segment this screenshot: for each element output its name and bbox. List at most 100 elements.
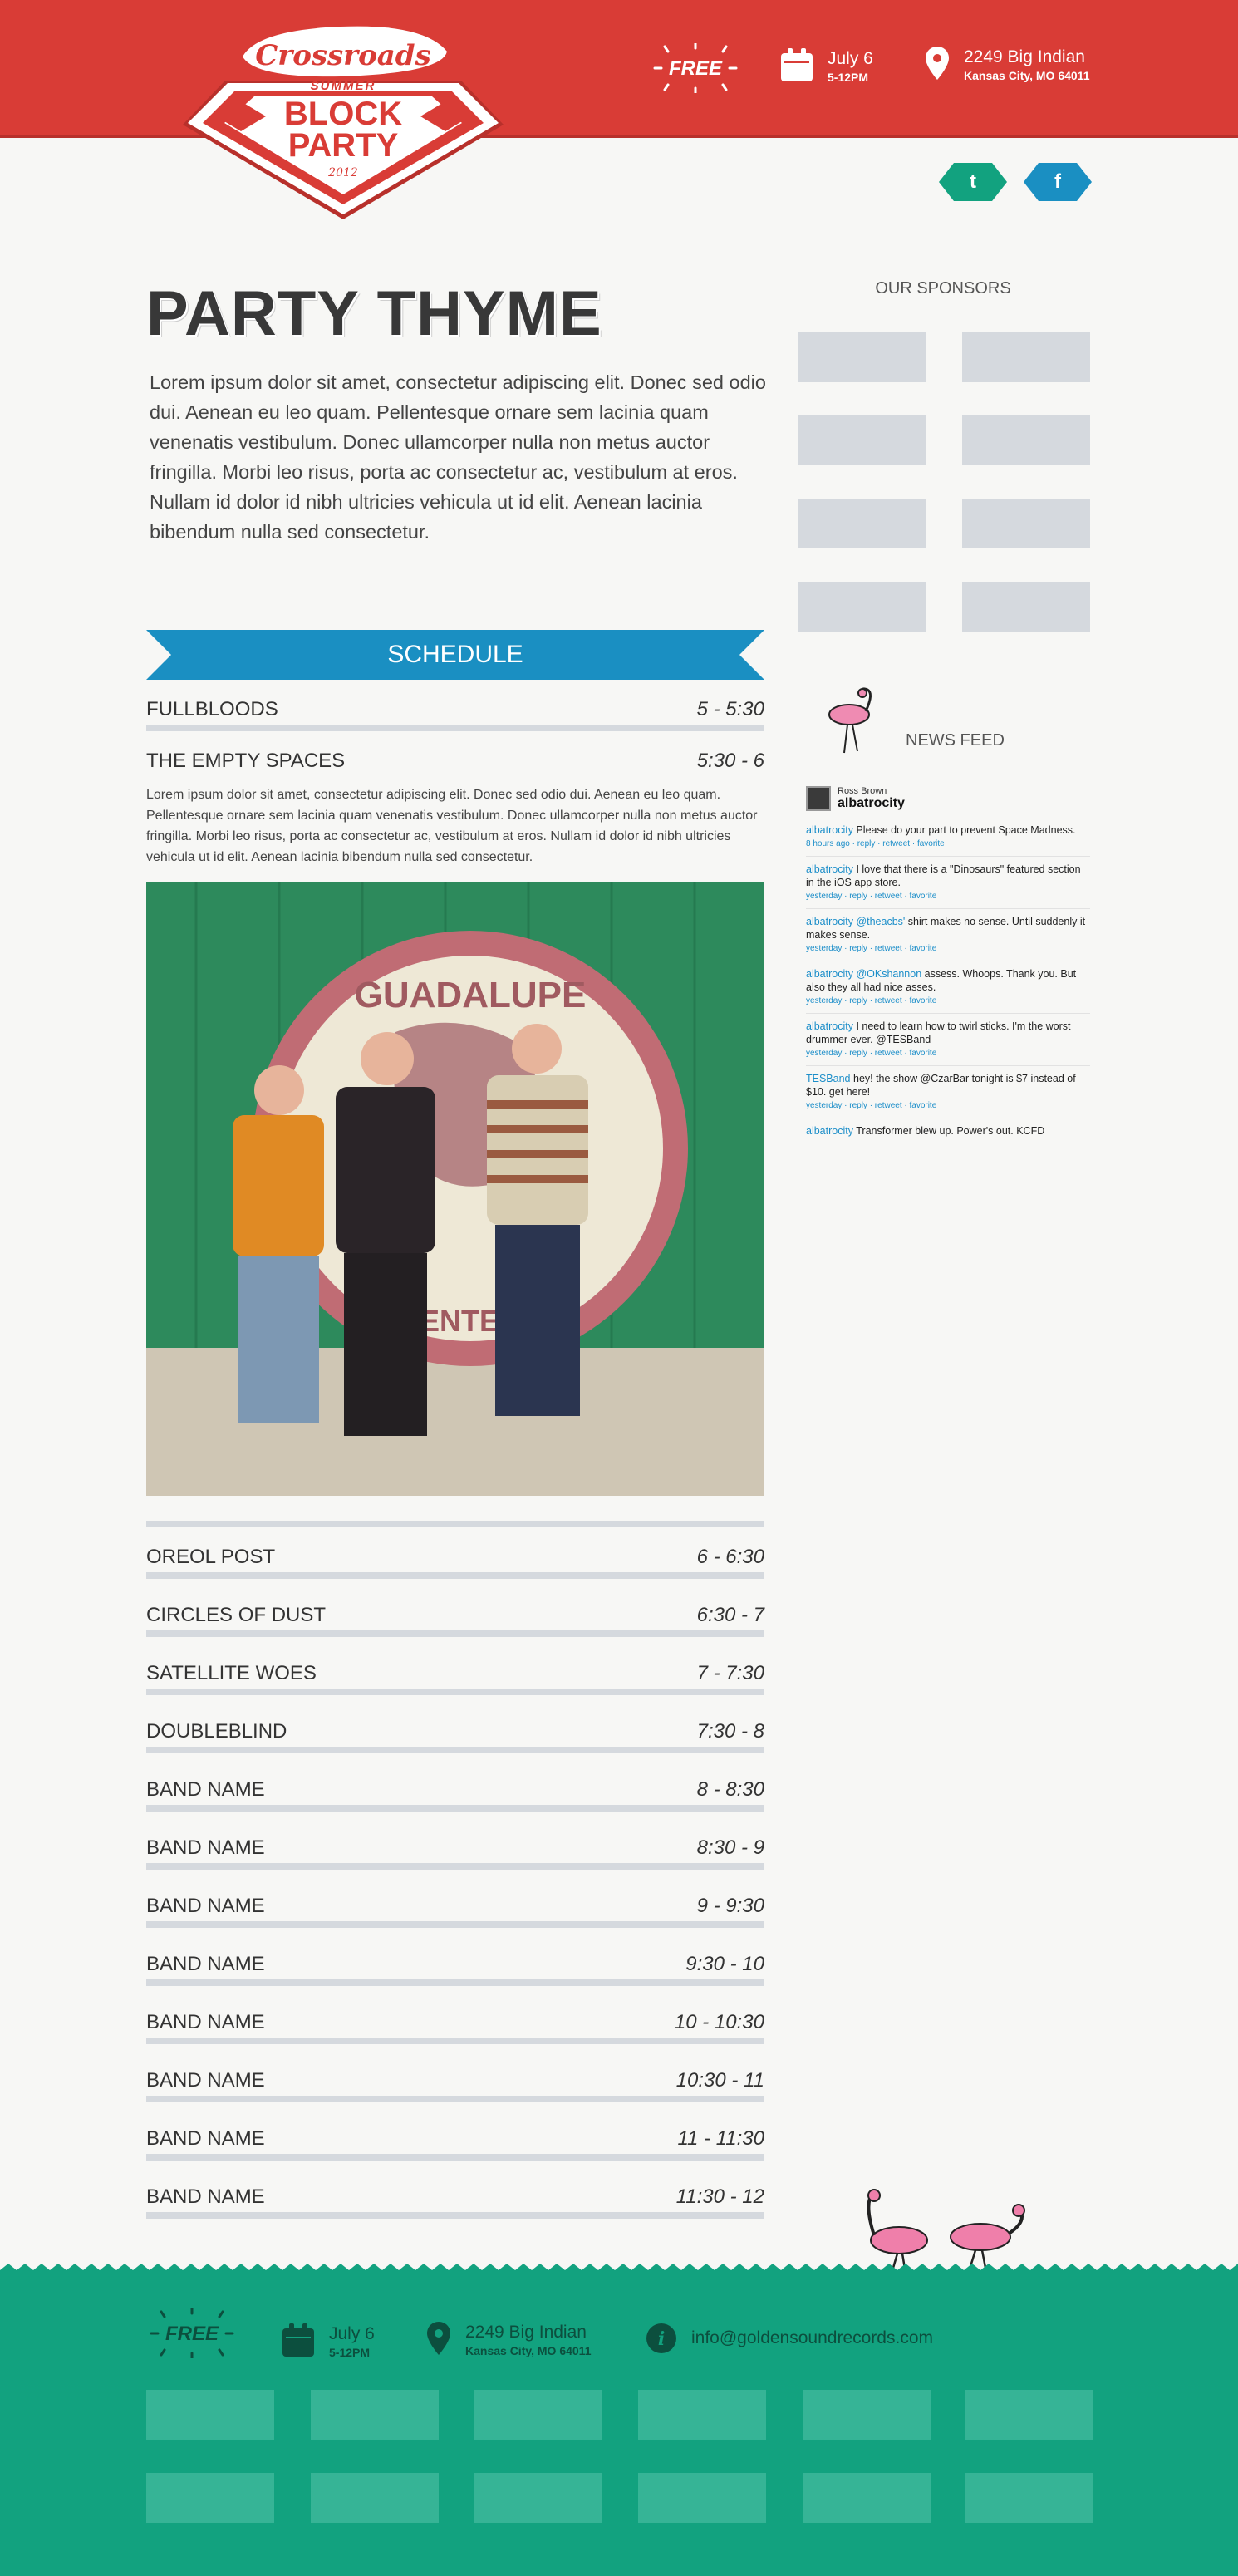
logo-party: PARTY bbox=[288, 127, 399, 164]
calendar-icon bbox=[282, 2323, 314, 2357]
band-photo: GUADALUPE ENTER bbox=[146, 882, 764, 1496]
address-sub: Kansas City, MO 64011 bbox=[964, 69, 1090, 82]
logo-script: Crossroads bbox=[255, 39, 430, 72]
schedule-row[interactable]: FULLBLOODS 5 - 5:30 bbox=[146, 680, 764, 731]
band-name: BAND NAME bbox=[146, 2011, 265, 2033]
flamingo-icon bbox=[828, 687, 872, 754]
tweet: albatrocity I need to learn how to twirl… bbox=[806, 1014, 1090, 1066]
schedule-title: SCHEDULE bbox=[387, 641, 523, 668]
band-time: 6 - 6:30 bbox=[696, 1546, 764, 1568]
sponsor-logo[interactable] bbox=[798, 332, 926, 382]
band-description: Lorem ipsum dolor sit amet, consectetur … bbox=[146, 788, 758, 864]
sponsor-logo[interactable] bbox=[962, 499, 1090, 548]
footer-link-box[interactable] bbox=[146, 2473, 274, 2523]
tweet-user-link[interactable]: TESBand bbox=[806, 1073, 851, 1084]
band-time: 10 - 10:30 bbox=[674, 2011, 764, 2033]
tweet-actions[interactable]: yesterday · reply · retweet · favorite bbox=[806, 1047, 1090, 1060]
band-name: BAND NAME bbox=[146, 2069, 265, 2092]
schedule-row[interactable]: BAND NAME 8 - 8:30 bbox=[146, 1760, 764, 1812]
tweet-actions[interactable]: 8 hours ago · reply · retweet · favorite bbox=[806, 838, 1090, 851]
schedule-row[interactable]: BAND NAME 9:30 - 10 bbox=[146, 1934, 764, 1986]
footer-link-box[interactable] bbox=[803, 2473, 931, 2523]
schedule-row[interactable]: SATELLITE WOES 7 - 7:30 bbox=[146, 1644, 764, 1695]
schedule-row[interactable]: DOUBLEBLIND 7:30 - 8 bbox=[146, 1702, 764, 1753]
footer-date-time: 5-12PM bbox=[329, 2346, 371, 2359]
schedule-row[interactable]: BAND NAME 9 - 9:30 bbox=[146, 1876, 764, 1928]
band-name: SATELLITE WOES bbox=[146, 1662, 317, 1684]
band-time: 6:30 - 7 bbox=[696, 1604, 764, 1626]
footer-link-box[interactable] bbox=[965, 2473, 1093, 2523]
schedule-row-expanded[interactable]: THE EMPTY SPACES 5:30 - 6 bbox=[146, 733, 764, 774]
tweet-user-link[interactable]: albatrocity bbox=[806, 863, 853, 875]
tweet-user-link[interactable]: albatrocity @OKshannon bbox=[806, 968, 921, 980]
sponsor-logo[interactable] bbox=[962, 332, 1090, 382]
footer-date-main: July 6 bbox=[329, 2324, 375, 2343]
tweet-actions[interactable]: yesterday · reply · retweet · favorite bbox=[806, 1099, 1090, 1113]
footer-link-box[interactable] bbox=[474, 2390, 602, 2440]
schedule-row[interactable]: BAND NAME 11 - 11:30 bbox=[146, 2109, 764, 2161]
date-main: July 6 bbox=[828, 49, 873, 68]
schedule-row[interactable]: BAND NAME 10 - 10:30 bbox=[146, 1993, 764, 2044]
info-icon: i bbox=[646, 2323, 676, 2353]
schedule-row[interactable]: OREOL POST 6 - 6:30 bbox=[146, 1527, 764, 1579]
band-time: 8:30 - 9 bbox=[696, 1836, 764, 1859]
tweet-user-link[interactable]: albatrocity bbox=[806, 1020, 853, 1032]
tweet-actions[interactable]: yesterday · reply · retweet · favorite bbox=[806, 890, 1090, 903]
free-badge: FREE bbox=[653, 43, 738, 93]
sponsor-logo[interactable] bbox=[962, 582, 1090, 632]
footer-link-box[interactable] bbox=[638, 2390, 766, 2440]
band-time: 10:30 - 11 bbox=[675, 2069, 764, 2092]
band-name: BAND NAME bbox=[146, 1953, 265, 1975]
footer-free-badge: FREE bbox=[150, 2308, 234, 2358]
footer-link-box[interactable] bbox=[311, 2473, 439, 2523]
band-time: 11:30 - 12 bbox=[675, 2185, 764, 2208]
tweet: albatrocity Transformer blew up. Power's… bbox=[806, 1118, 1090, 1143]
footer-link-box[interactable] bbox=[965, 2390, 1093, 2440]
tweet-user-link[interactable]: albatrocity @theacbs' bbox=[806, 916, 905, 927]
band-name: BAND NAME bbox=[146, 1836, 265, 1859]
footer-link-box[interactable] bbox=[474, 2473, 602, 2523]
map-pin-icon bbox=[427, 2322, 450, 2355]
event-date: July 6 5-12PM bbox=[781, 48, 873, 85]
free-label: FREE bbox=[669, 57, 723, 80]
schedule-row[interactable]: BAND NAME 10:30 - 11 bbox=[146, 2051, 764, 2102]
tweet-actions[interactable]: yesterday · reply · retweet · favorite bbox=[806, 995, 1090, 1008]
footer-address-main: 2249 Big Indian bbox=[465, 2323, 587, 2342]
sponsor-logo[interactable] bbox=[798, 582, 926, 632]
schedule-row[interactable]: BAND NAME 11:30 - 12 bbox=[146, 2167, 764, 2219]
tweet-actions[interactable]: yesterday · reply · retweet · favorite bbox=[806, 942, 1090, 956]
date-time: 5-12PM bbox=[828, 71, 869, 84]
tweet-user-link[interactable]: albatrocity bbox=[806, 1125, 853, 1137]
footer-event-date: July 6 5-12PM bbox=[282, 2323, 375, 2360]
sponsor-logo[interactable] bbox=[798, 499, 926, 548]
sponsors-title: OUR SPONSORS bbox=[875, 279, 1011, 297]
tweet-list: albatrocity Please do your part to preve… bbox=[806, 818, 1090, 1143]
band-name: DOUBLEBLIND bbox=[146, 1720, 287, 1743]
footer-address-sub: Kansas City, MO 64011 bbox=[465, 2344, 592, 2357]
tweet-user-link[interactable]: albatrocity bbox=[806, 824, 853, 836]
schedule-row[interactable]: CIRCLES OF DUST 6:30 - 7 bbox=[146, 1585, 764, 1637]
map-pin-icon bbox=[926, 47, 949, 80]
calendar-icon bbox=[781, 48, 813, 81]
feed-user[interactable]: Ross Brown albatrocity bbox=[806, 786, 1090, 818]
footer-link-box[interactable] bbox=[146, 2390, 274, 2440]
footer-link-box[interactable] bbox=[638, 2473, 766, 2523]
footer-event-location: 2249 Big Indian Kansas City, MO 64011 bbox=[427, 2322, 591, 2358]
band-time: 9:30 - 10 bbox=[685, 1953, 764, 1975]
info-glyph: i bbox=[658, 2328, 665, 2350]
band-time: 7:30 - 8 bbox=[696, 1720, 764, 1743]
twitter-glyph: t bbox=[970, 170, 976, 193]
news-feed-title: NEWS FEED bbox=[906, 731, 1005, 750]
footer-link-box[interactable] bbox=[803, 2390, 931, 2440]
divider bbox=[146, 1521, 764, 1527]
block-party-logo[interactable]: Crossroads SUMMER BLOCK PARTY 2012 bbox=[183, 18, 504, 221]
footer-email[interactable]: i info@goldensoundrecords.com bbox=[646, 2323, 933, 2353]
band-time: 9 - 9:30 bbox=[696, 1895, 764, 1917]
facebook-button[interactable]: f bbox=[1024, 163, 1092, 201]
footer-email-link[interactable]: info@goldensoundrecords.com bbox=[691, 2328, 933, 2349]
sponsor-logo[interactable] bbox=[798, 415, 926, 465]
sponsor-logo[interactable] bbox=[962, 415, 1090, 465]
footer-link-box[interactable] bbox=[311, 2390, 439, 2440]
schedule-row[interactable]: BAND NAME 8:30 - 9 bbox=[146, 1818, 764, 1870]
twitter-button[interactable]: t bbox=[939, 163, 1007, 201]
